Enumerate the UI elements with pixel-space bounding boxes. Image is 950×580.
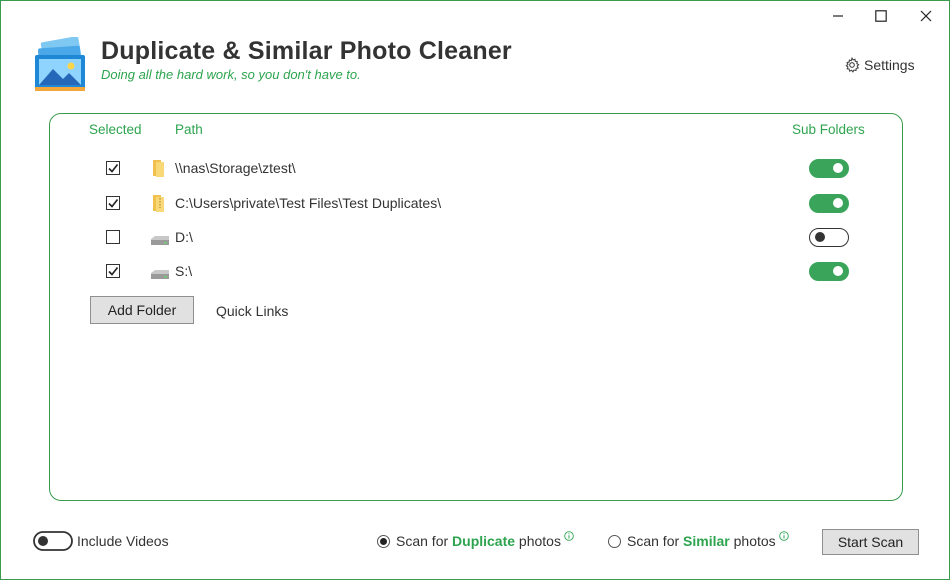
row-checkbox[interactable]: [106, 264, 120, 278]
minimize-icon: [833, 15, 843, 17]
checkmark-icon: [108, 267, 119, 276]
start-scan-button[interactable]: Start Scan: [822, 529, 919, 555]
row-path: \\nas\Storage\ztest\: [175, 160, 296, 176]
folder-zip-icon: [153, 195, 164, 212]
maximize-icon: [875, 10, 887, 22]
settings-button[interactable]: Settings: [844, 57, 915, 73]
info-icon[interactable]: [564, 531, 574, 541]
table-row: C:\Users\private\Test Files\Test Duplica…: [1, 188, 950, 218]
scan-similar-prefix: Scan for: [627, 533, 684, 549]
checkmark-icon: [108, 164, 119, 173]
radio-button-unselected[interactable]: [608, 534, 621, 548]
scan-similar-radio[interactable]: Scan for Similar photos: [608, 531, 789, 549]
row-checkbox[interactable]: [106, 230, 120, 244]
drive-icon: [151, 270, 169, 279]
drive-icon: [151, 236, 169, 245]
column-header-path: Path: [175, 122, 203, 137]
app-tagline: Doing all the hard work, so you don't ha…: [101, 67, 361, 82]
close-icon: [920, 10, 932, 22]
settings-label: Settings: [864, 57, 915, 73]
subfolders-toggle[interactable]: [809, 194, 849, 213]
subfolders-toggle[interactable]: [809, 159, 849, 178]
maximize-button[interactable]: [858, 1, 904, 31]
column-header-selected: Selected: [89, 122, 142, 137]
scan-duplicate-suffix: photos: [515, 533, 561, 549]
scan-similar-emph: Similar: [683, 533, 730, 549]
checkmark-icon: [108, 199, 119, 208]
close-button[interactable]: [903, 1, 949, 31]
folder-icon: [153, 160, 164, 177]
include-videos-toggle[interactable]: [33, 531, 73, 551]
include-videos-label: Include Videos: [77, 533, 169, 549]
photos-logo-icon: [35, 37, 85, 91]
app-window: Duplicate & Similar Photo Cleaner Doing …: [0, 0, 950, 580]
radio-button-selected[interactable]: [377, 534, 390, 548]
row-path: D:\: [175, 229, 193, 245]
scan-similar-suffix: photos: [729, 533, 776, 549]
row-path: C:\Users\private\Test Files\Test Duplica…: [175, 195, 442, 211]
gear-icon: [845, 57, 860, 73]
table-row: \\nas\Storage\ztest\: [1, 153, 950, 183]
scan-duplicate-radio[interactable]: Scan for Duplicate photos: [377, 531, 574, 549]
quick-links-link[interactable]: Quick Links: [216, 303, 288, 319]
scan-duplicate-emph: Duplicate: [452, 533, 516, 549]
info-icon[interactable]: [778, 531, 789, 541]
row-path: S:\: [175, 263, 193, 279]
table-row: D:\: [1, 222, 950, 252]
minimize-button[interactable]: [815, 1, 861, 31]
subfolders-toggle[interactable]: [809, 262, 849, 281]
add-folder-button[interactable]: Add Folder: [90, 296, 194, 324]
row-checkbox[interactable]: [106, 161, 120, 175]
table-row: S:\: [1, 256, 950, 286]
subfolders-toggle[interactable]: [809, 228, 849, 247]
row-checkbox[interactable]: [106, 196, 120, 210]
app-title: Duplicate & Similar Photo Cleaner: [101, 37, 512, 65]
column-header-sub-folders: Sub Folders: [792, 122, 865, 137]
scan-duplicate-prefix: Scan for: [396, 533, 453, 549]
